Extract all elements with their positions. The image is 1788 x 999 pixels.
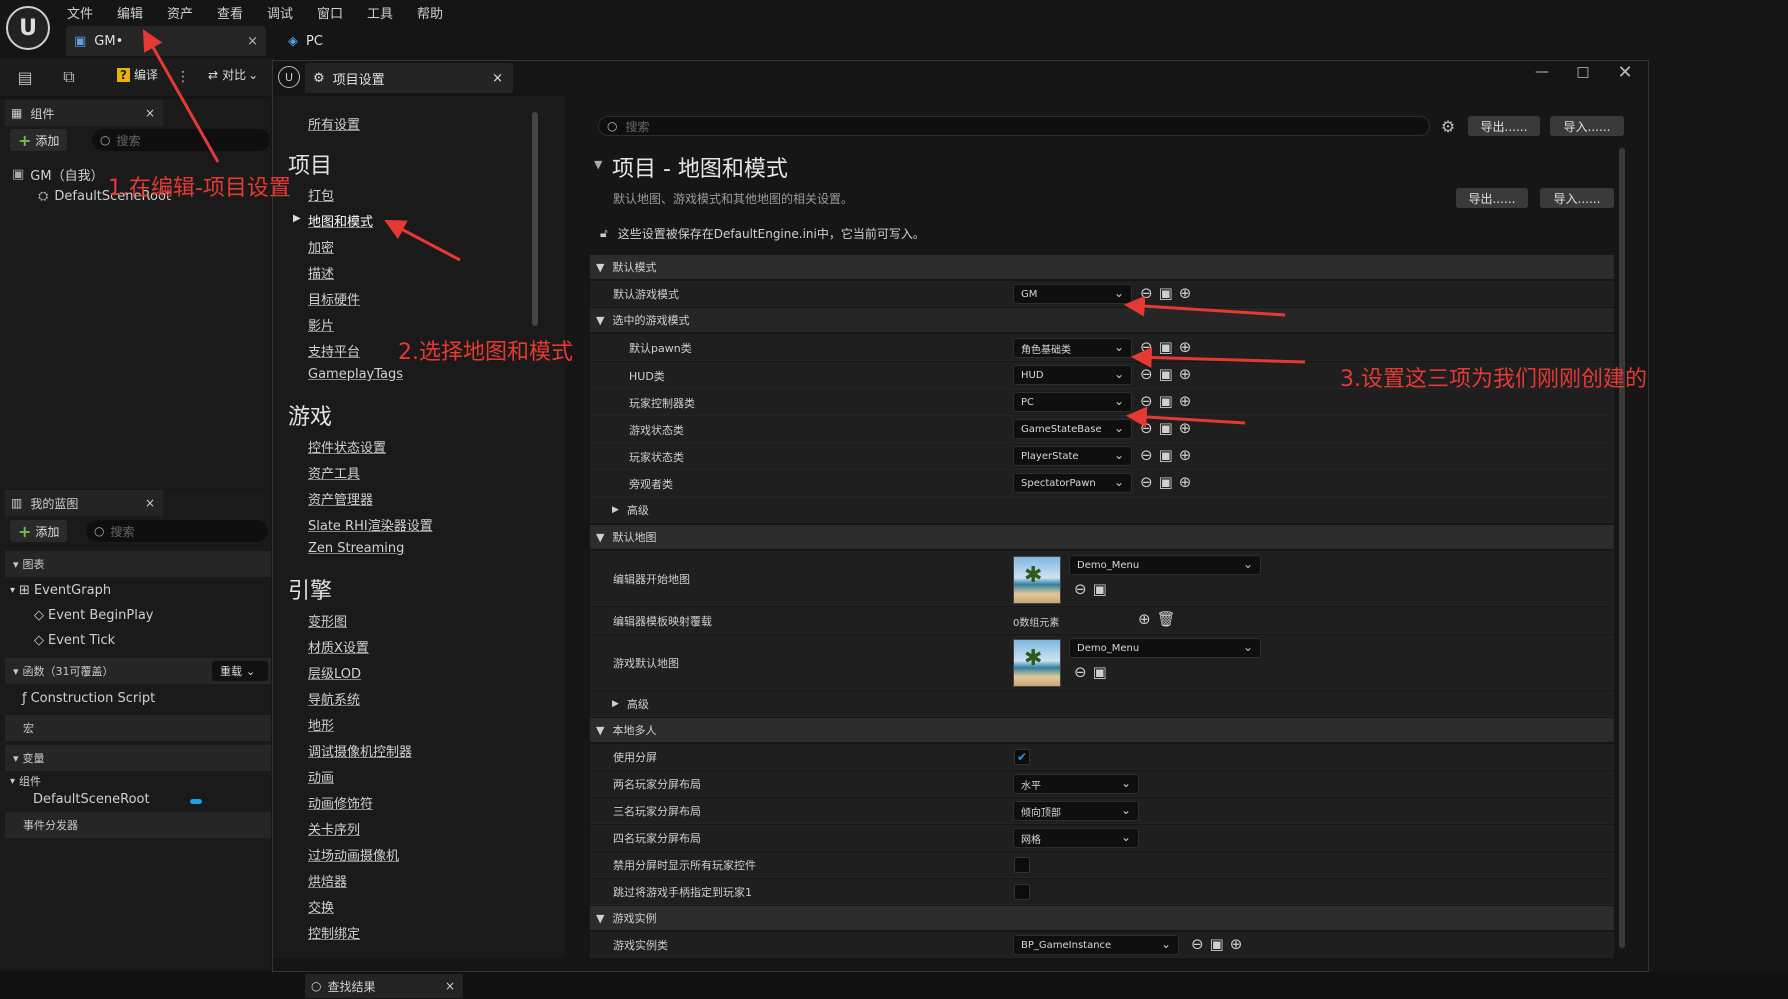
arrow-step3-b <box>1130 346 1306 368</box>
annotation-step1: 1.在编辑-项目设置 <box>108 176 291 201</box>
annotation-step2: 2.选择地图和模式 <box>398 340 573 365</box>
arrow-step2 <box>384 220 461 262</box>
arrow-step1 <box>142 29 220 163</box>
arrow-step3-a <box>1123 295 1286 317</box>
arrow-step3-c <box>1125 406 1246 428</box>
annotation-arrows <box>142 29 1306 428</box>
annotation-step3: 3.设置这三项为我们刚刚创建的 <box>1340 367 1647 392</box>
